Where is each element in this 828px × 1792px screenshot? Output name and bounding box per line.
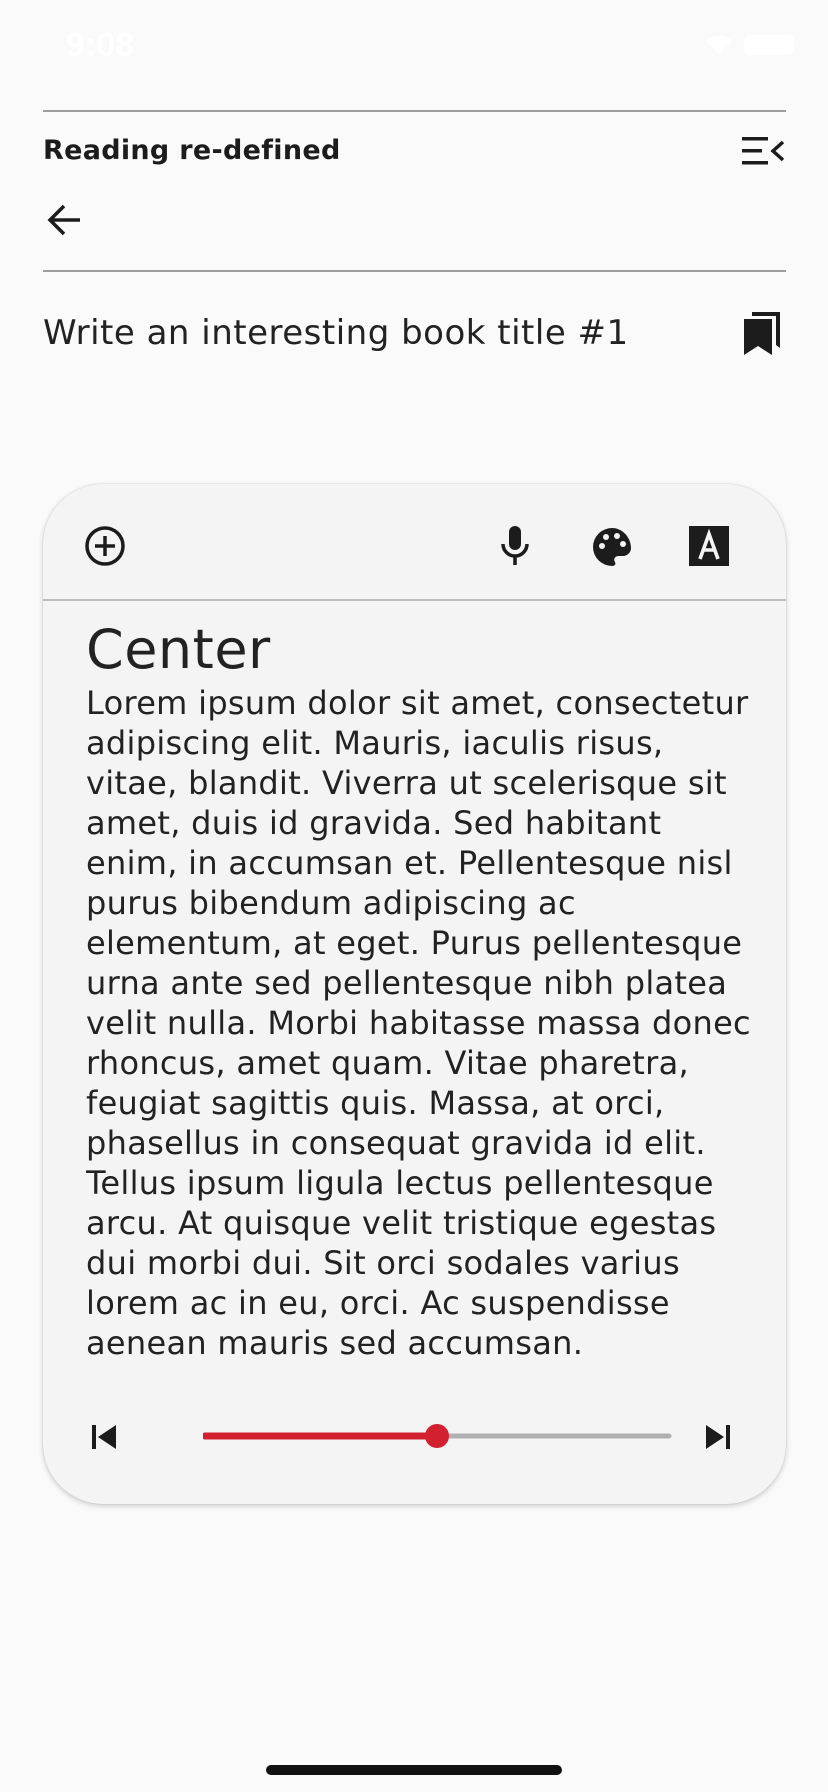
add-button[interactable] (83, 524, 127, 568)
voice-button[interactable] (495, 524, 535, 568)
menu-open-icon (742, 137, 785, 165)
microphone-icon (501, 526, 529, 565)
back-button[interactable] (44, 200, 84, 240)
chapter-body-text: Lorem ipsum dolor sit amet, consectetur … (86, 684, 751, 1362)
bookmarks-icon (744, 312, 780, 355)
add-circle-icon (85, 526, 125, 566)
palette-icon (593, 528, 631, 566)
playback-controls (43, 1404, 786, 1484)
arrow-back-icon (47, 204, 80, 236)
battery-icon (744, 35, 794, 55)
home-indicator (266, 1765, 562, 1775)
header-bottom-divider (43, 270, 786, 272)
toolbar-divider (43, 599, 786, 601)
app-title: Reading re-defined (43, 135, 341, 166)
theme-button[interactable] (591, 526, 633, 568)
wifi-icon (706, 35, 732, 54)
status-icons (704, 34, 794, 56)
progress-slider[interactable] (203, 1418, 673, 1454)
font-icon (689, 526, 729, 566)
header-top-divider (43, 110, 786, 112)
font-settings-button[interactable] (689, 526, 729, 566)
skip-next-icon (706, 1425, 730, 1449)
book-title: Write an interesting book title #1 (43, 313, 629, 353)
next-button[interactable] (703, 1422, 733, 1452)
slider-thumb (425, 1424, 449, 1448)
reader-content: Center Lorem ipsum dolor sit amet, conse… (86, 619, 756, 1377)
bookmarks-button[interactable] (742, 310, 782, 356)
reader-card: Center Lorem ipsum dolor sit amet, conse… (43, 484, 786, 1504)
table-of-contents-button[interactable] (740, 134, 786, 168)
reader-toolbar (43, 484, 786, 599)
skip-previous-icon (92, 1425, 116, 1449)
status-time: 9:08 (66, 26, 135, 64)
previous-button[interactable] (89, 1422, 119, 1452)
chapter-heading: Center (86, 619, 271, 681)
